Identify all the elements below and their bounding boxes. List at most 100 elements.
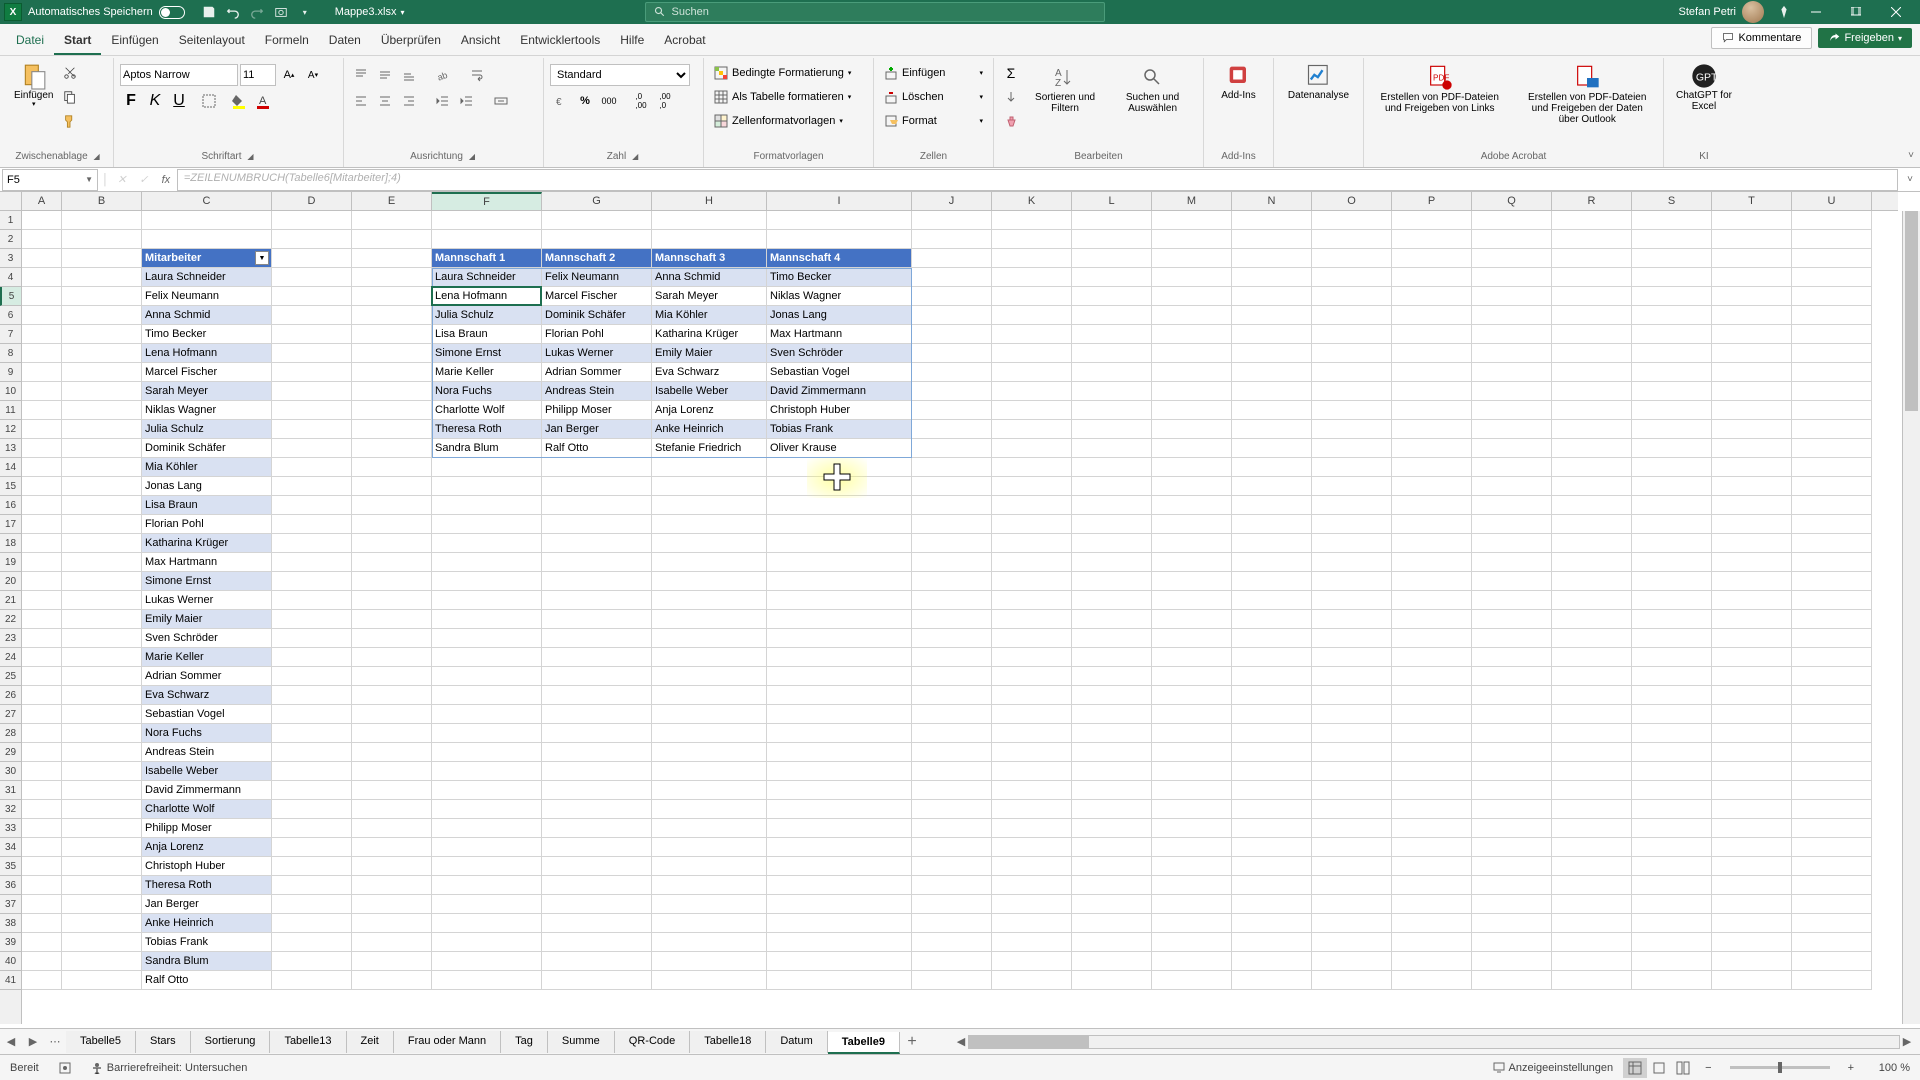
cell-I17[interactable] (767, 515, 912, 534)
cell-K9[interactable] (992, 363, 1072, 382)
cell-I2[interactable] (767, 230, 912, 249)
cell-J16[interactable] (912, 496, 992, 515)
cell-O24[interactable] (1312, 648, 1392, 667)
row-header-2[interactable]: 2 (0, 230, 21, 249)
cell-A23[interactable] (22, 629, 62, 648)
cell-F27[interactable] (432, 705, 542, 724)
spreadsheet-grid[interactable]: ABCDEFGHIJKLMNOPQRSTU 123456789101112131… (0, 192, 1920, 1024)
cell-U10[interactable] (1792, 382, 1872, 401)
maximize-button[interactable] (1836, 0, 1876, 24)
cell-H9[interactable]: Eva Schwarz (652, 363, 767, 382)
cell-C6[interactable]: Anna Schmid (142, 306, 272, 325)
cell-I21[interactable] (767, 591, 912, 610)
cell-S17[interactable] (1632, 515, 1712, 534)
cell-N9[interactable] (1232, 363, 1312, 382)
cell-Q32[interactable] (1472, 800, 1552, 819)
cell-O36[interactable] (1312, 876, 1392, 895)
cell-T34[interactable] (1712, 838, 1792, 857)
fill-color-button[interactable] (228, 90, 250, 112)
cell-K20[interactable] (992, 572, 1072, 591)
cell-D12[interactable] (272, 420, 352, 439)
cell-N31[interactable] (1232, 781, 1312, 800)
cell-K1[interactable] (992, 211, 1072, 230)
cell-P41[interactable] (1392, 971, 1472, 990)
cell-O27[interactable] (1312, 705, 1392, 724)
cell-D1[interactable] (272, 211, 352, 230)
cell-D2[interactable] (272, 230, 352, 249)
cell-O37[interactable] (1312, 895, 1392, 914)
row-header-29[interactable]: 29 (0, 743, 21, 762)
cell-L21[interactable] (1072, 591, 1152, 610)
cell-Q37[interactable] (1472, 895, 1552, 914)
column-headers[interactable]: ABCDEFGHIJKLMNOPQRSTU (22, 192, 1898, 211)
cell-G14[interactable] (542, 458, 652, 477)
cell-B35[interactable] (62, 857, 142, 876)
cell-B32[interactable] (62, 800, 142, 819)
cell-Q23[interactable] (1472, 629, 1552, 648)
cell-L16[interactable] (1072, 496, 1152, 515)
cell-E27[interactable] (352, 705, 432, 724)
increase-font-icon[interactable]: A▴ (278, 64, 300, 86)
cell-G26[interactable] (542, 686, 652, 705)
increase-indent-icon[interactable] (456, 90, 478, 112)
cell-I40[interactable] (767, 952, 912, 971)
cell-B10[interactable] (62, 382, 142, 401)
cell-H22[interactable] (652, 610, 767, 629)
cell-R15[interactable] (1552, 477, 1632, 496)
cell-I3[interactable]: Mannschaft 4 (767, 249, 912, 268)
cell-U35[interactable] (1792, 857, 1872, 876)
cell-P8[interactable] (1392, 344, 1472, 363)
cell-A15[interactable] (22, 477, 62, 496)
cell-K15[interactable] (992, 477, 1072, 496)
cell-S6[interactable] (1632, 306, 1712, 325)
cell-L39[interactable] (1072, 933, 1152, 952)
cell-T10[interactable] (1712, 382, 1792, 401)
dialog-launcher-icon[interactable]: ◢ (467, 152, 477, 162)
cell-B36[interactable] (62, 876, 142, 895)
cell-E8[interactable] (352, 344, 432, 363)
cell-E9[interactable] (352, 363, 432, 382)
cell-M29[interactable] (1152, 743, 1232, 762)
cell-O1[interactable] (1312, 211, 1392, 230)
cell-O28[interactable] (1312, 724, 1392, 743)
row-header-22[interactable]: 22 (0, 610, 21, 629)
cell-S12[interactable] (1632, 420, 1712, 439)
cell-J29[interactable] (912, 743, 992, 762)
cell-C30[interactable]: Isabelle Weber (142, 762, 272, 781)
sheet-tab-tabelle5[interactable]: Tabelle5 (66, 1031, 136, 1053)
cell-N17[interactable] (1232, 515, 1312, 534)
cell-K16[interactable] (992, 496, 1072, 515)
cell-R14[interactable] (1552, 458, 1632, 477)
cell-U22[interactable] (1792, 610, 1872, 629)
minimize-button[interactable] (1796, 0, 1836, 24)
cell-A41[interactable] (22, 971, 62, 990)
cell-Q18[interactable] (1472, 534, 1552, 553)
cell-F15[interactable] (432, 477, 542, 496)
cell-T17[interactable] (1712, 515, 1792, 534)
expand-formula-bar-icon[interactable]: ˅ (1900, 174, 1920, 185)
cell-C25[interactable]: Adrian Sommer (142, 667, 272, 686)
font-color-button[interactable]: A (252, 90, 274, 112)
cell-L26[interactable] (1072, 686, 1152, 705)
cell-L6[interactable] (1072, 306, 1152, 325)
create-pdf-link-button[interactable]: PDF Erstellen von PDF-Dateien und Freige… (1370, 62, 1510, 127)
cell-K8[interactable] (992, 344, 1072, 363)
sheet-tab-summe[interactable]: Summe (548, 1031, 615, 1053)
cell-G40[interactable] (542, 952, 652, 971)
cell-M24[interactable] (1152, 648, 1232, 667)
cell-L41[interactable] (1072, 971, 1152, 990)
copy-icon[interactable] (59, 86, 81, 108)
cell-Q5[interactable] (1472, 287, 1552, 306)
cell-G13[interactable]: Ralf Otto (542, 439, 652, 458)
cell-L22[interactable] (1072, 610, 1152, 629)
insert-cells-button[interactable]: Einfügen▾ (880, 62, 987, 84)
cell-E33[interactable] (352, 819, 432, 838)
cell-M26[interactable] (1152, 686, 1232, 705)
cell-F34[interactable] (432, 838, 542, 857)
cell-S4[interactable] (1632, 268, 1712, 287)
cell-P17[interactable] (1392, 515, 1472, 534)
cell-F40[interactable] (432, 952, 542, 971)
col-header-U[interactable]: U (1792, 192, 1872, 210)
row-header-14[interactable]: 14 (0, 458, 21, 477)
cell-M39[interactable] (1152, 933, 1232, 952)
